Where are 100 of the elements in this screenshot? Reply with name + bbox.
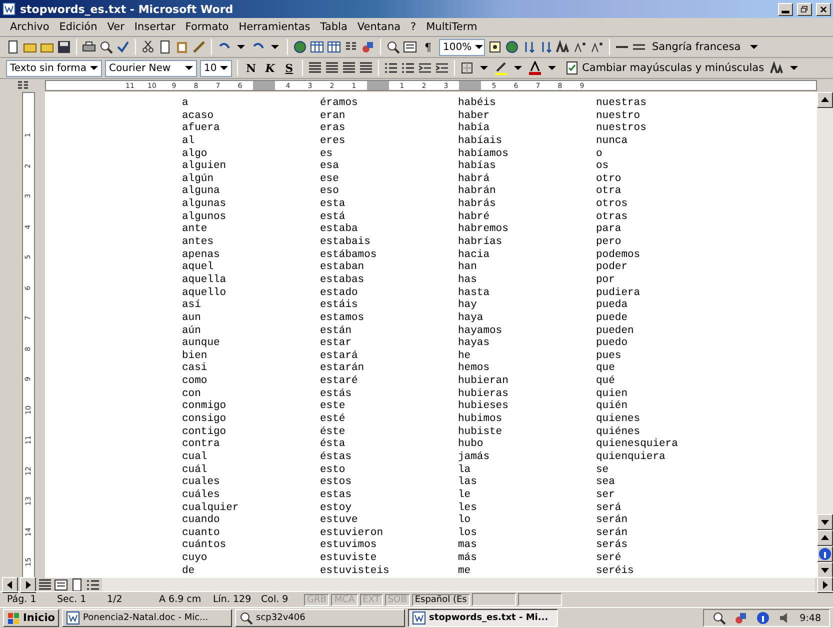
close-icon[interactable]: [819, 4, 828, 14]
bullet-list-icon[interactable]: [401, 61, 416, 75]
save-icon[interactable]: [57, 40, 71, 54]
word: había: [458, 122, 491, 135]
windows-flag-icon[interactable]: [7, 611, 21, 625]
menu-item[interactable]: Archivo: [10, 21, 50, 33]
zoom-dropdown[interactable]: 100%: [439, 38, 485, 56]
word: cual: [182, 450, 208, 464]
menu-item[interactable]: Edición: [59, 21, 98, 33]
word: los: [458, 526, 478, 540]
decrease-indent-icon[interactable]: [418, 61, 432, 75]
increase-indent-icon[interactable]: [435, 61, 450, 75]
change-case-button[interactable]: Cambiar mayúsculas y minúsculas: [562, 59, 768, 77]
word: antes: [182, 236, 215, 249]
view-icon[interactable]: [403, 40, 417, 54]
align-right-icon[interactable]: [342, 61, 356, 75]
word: estabas: [320, 274, 366, 287]
menu-item[interactable]: Formato: [185, 21, 229, 33]
help-icon[interactable]: [488, 40, 502, 54]
font-color-icon[interactable]: [528, 61, 542, 75]
taskbar-button[interactable]: Ponencia2-Natal.doc - Mic...: [62, 609, 232, 627]
word: o: [596, 148, 604, 160]
word: hasta: [458, 286, 491, 299]
style-button[interactable]: Sangría francesa: [649, 38, 744, 56]
globe-icon[interactable]: [293, 40, 307, 54]
word: podemos: [596, 248, 642, 261]
minimize-button[interactable]: [778, 2, 793, 16]
subscript-icon[interactable]: [590, 40, 604, 54]
table-icon[interactable]: [310, 40, 324, 54]
document-map-icon[interactable]: [386, 40, 400, 54]
print-icon[interactable]: [82, 40, 96, 54]
cut-icon[interactable]: [141, 40, 155, 54]
start-button[interactable]: Inicio: [3, 609, 60, 627]
browse-object-icon[interactable]: [818, 547, 832, 561]
app-icon[interactable]: [66, 611, 80, 625]
word: como: [182, 375, 208, 388]
globe-icon[interactable]: [505, 40, 519, 54]
menu-item[interactable]: Tabla: [320, 21, 348, 33]
word: estábamos: [320, 248, 378, 261]
drawing-icon[interactable]: [361, 40, 375, 54]
pilcrow-button[interactable]: ¶: [420, 38, 436, 56]
status-indicator: GRB: [304, 594, 330, 606]
font-case-icon[interactable]: [770, 61, 784, 75]
app-icon[interactable]: [2, 2, 16, 16]
underline-button[interactable]: S: [281, 59, 298, 77]
border-icon[interactable]: [460, 61, 474, 75]
menu-item[interactable]: MultiTerm: [426, 21, 478, 33]
horizontal-scrollbar[interactable]: [102, 578, 815, 591]
font-size-dropdown[interactable]: 10: [200, 60, 232, 76]
bold-button[interactable]: N: [243, 59, 260, 77]
menu-item[interactable]: Herramientas: [238, 21, 310, 33]
highlight-icon[interactable]: [494, 61, 508, 75]
app-icon[interactable]: [412, 611, 426, 625]
normal-view-icon[interactable]: [38, 578, 52, 592]
text-direction-icon[interactable]: [556, 40, 570, 54]
info-icon[interactable]: [756, 611, 770, 625]
word: otras: [596, 210, 629, 224]
format-painter-icon[interactable]: [192, 40, 206, 54]
align-center-icon[interactable]: [325, 61, 340, 75]
menu-item[interactable]: ?: [410, 21, 416, 33]
app-icon[interactable]: [239, 611, 254, 625]
web-view-icon[interactable]: [54, 578, 68, 592]
ruler-margin: [253, 81, 275, 90]
document-check-icon[interactable]: [565, 61, 580, 75]
superscript-icon[interactable]: [573, 40, 587, 54]
grid-icon[interactable]: [327, 40, 341, 54]
outline-view-icon[interactable]: [86, 578, 100, 592]
word: cuáles: [182, 488, 221, 502]
numbered-list-icon[interactable]: [384, 61, 398, 75]
taskbar-button[interactable]: stopwords_es.txt - Mi...: [408, 609, 558, 627]
vertical-scrollbar[interactable]: [817, 92, 833, 578]
copy-icon[interactable]: [158, 40, 172, 54]
tray-icon[interactable]: [734, 611, 748, 625]
align-left-icon[interactable]: [308, 61, 322, 75]
word: se: [596, 464, 610, 476]
menu-item[interactable]: Insertar: [134, 21, 176, 33]
print-view-icon[interactable]: [70, 578, 84, 592]
status-indicator: MCA: [331, 594, 358, 606]
menu-item[interactable]: Ver: [107, 21, 124, 33]
word: contigo: [182, 426, 228, 438]
word: algún: [182, 172, 215, 185]
restore-button[interactable]: [797, 2, 812, 16]
word: habéis: [458, 97, 497, 110]
word: serán: [596, 526, 629, 540]
word: hayas: [458, 337, 491, 350]
word: habremos: [458, 223, 510, 236]
style-dropdown[interactable]: Texto sin forma: [6, 60, 102, 76]
justify-icon[interactable]: [359, 61, 374, 75]
magnifier-icon[interactable]: [712, 611, 726, 625]
taskbar-button[interactable]: scp32v406: [235, 609, 406, 627]
menu-item[interactable]: Ventana: [357, 21, 401, 33]
italic-button[interactable]: K: [262, 59, 278, 77]
new-document-icon[interactable]: [6, 40, 20, 54]
print-preview-icon[interactable]: [99, 40, 113, 54]
font-dropdown[interactable]: Courier New: [105, 60, 197, 76]
spelling-icon[interactable]: [116, 40, 130, 54]
word: esto: [320, 464, 346, 476]
close-button[interactable]: [816, 2, 831, 16]
word: habíais: [458, 134, 504, 148]
restore-icon[interactable]: [800, 4, 809, 14]
